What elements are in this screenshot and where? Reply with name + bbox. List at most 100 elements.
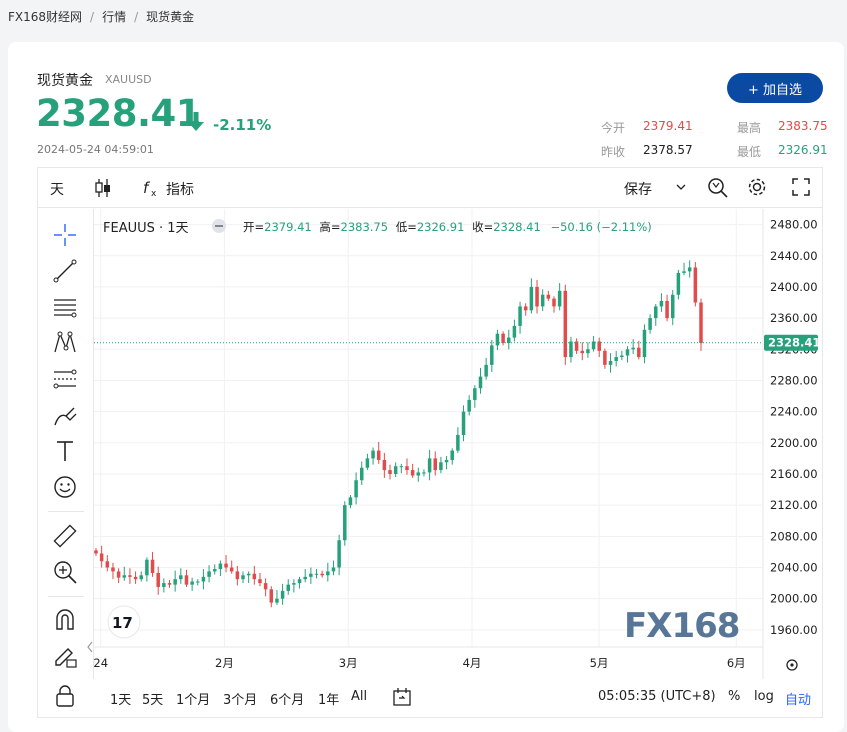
price-tick-label: 2040.00 xyxy=(770,561,818,575)
collapse-toolbar-icon[interactable] xyxy=(86,638,94,656)
candle-body xyxy=(105,561,110,568)
toolbar-divider xyxy=(48,596,84,597)
low-value: 2326.91 xyxy=(778,143,828,157)
time-tick-label: 6月 xyxy=(727,656,746,670)
percent-toggle[interactable]: % xyxy=(728,689,740,704)
candle-body xyxy=(608,360,613,365)
candle-body xyxy=(427,458,432,473)
chart-widget: 天 fx 指标 保存 2480.00 2440.00 2400.00 2360.… xyxy=(37,167,823,718)
add-watchlist-button[interactable]: + 加自选 xyxy=(727,73,823,103)
candle-body xyxy=(337,540,341,568)
breadcrumb-home-link[interactable]: FX168财经网 xyxy=(8,8,82,25)
save-button[interactable]: 保存 xyxy=(624,179,652,199)
price-tick-label: 2400.00 xyxy=(770,280,818,294)
candle-body xyxy=(246,573,251,576)
candle-body xyxy=(495,333,500,346)
indicators-button[interactable]: 指标 xyxy=(166,179,194,199)
quick-search-icon[interactable] xyxy=(707,176,729,198)
candle-body xyxy=(450,450,454,460)
price-tick-label: 2480.00 xyxy=(770,218,818,232)
chart-settings-icon[interactable] xyxy=(786,659,798,671)
candle-body xyxy=(128,575,132,577)
breadcrumb-market-link[interactable]: 行情 xyxy=(102,8,126,25)
log-toggle[interactable]: log xyxy=(754,689,774,704)
candle-body xyxy=(478,376,483,389)
candle-body xyxy=(201,576,206,582)
candle-body xyxy=(580,350,585,354)
time-tick-label: 5月 xyxy=(590,656,609,670)
candle-style-icon[interactable] xyxy=(94,178,112,198)
candle-body xyxy=(354,480,358,498)
candle-body xyxy=(184,575,189,585)
candle-body xyxy=(529,286,534,311)
gear-icon[interactable] xyxy=(746,176,768,198)
candle-body xyxy=(173,579,177,585)
brush-icon[interactable] xyxy=(52,402,78,428)
drawing-toolbar xyxy=(38,209,94,679)
pattern-icon[interactable] xyxy=(52,330,78,356)
candle-body xyxy=(693,267,698,303)
candlestick-chart[interactable]: 2480.002440.002400.002360.002320.002280.… xyxy=(94,209,822,679)
fib-tool-icon[interactable] xyxy=(52,366,78,392)
function-icon[interactable]: fx xyxy=(142,178,162,198)
range-1m[interactable]: 1个月 xyxy=(176,689,210,708)
candle-body xyxy=(603,350,607,365)
candle-body xyxy=(179,575,183,580)
candle-body xyxy=(167,583,172,585)
low-label: 最低 xyxy=(737,145,762,159)
price-tick-label: 2240.00 xyxy=(770,405,818,419)
magnet-icon[interactable] xyxy=(52,607,78,633)
auto-toggle[interactable]: 自动 xyxy=(785,689,811,708)
interval-button[interactable]: 天 xyxy=(50,179,64,199)
range-5d[interactable]: 5天 xyxy=(142,689,163,708)
range-1d[interactable]: 1天 xyxy=(110,689,131,708)
candle-body xyxy=(218,563,223,570)
candle-body xyxy=(642,329,647,358)
quote-timestamp: 2024-05-24 04:59:01 xyxy=(37,143,154,156)
chevron-down-icon[interactable] xyxy=(676,182,686,192)
candle-body xyxy=(393,466,398,474)
candle-body xyxy=(699,302,703,344)
breadcrumb-separator: / xyxy=(90,9,95,24)
candle-body xyxy=(190,581,194,585)
lock-icon[interactable] xyxy=(52,683,78,709)
price-tick-label: 2280.00 xyxy=(770,373,818,387)
instrument-name: 现货黄金 xyxy=(37,73,93,89)
candle-body xyxy=(410,470,415,476)
emoji-icon[interactable] xyxy=(52,474,78,500)
range-1y[interactable]: 1年 xyxy=(318,689,339,708)
range-all[interactable]: All xyxy=(351,689,367,704)
horizontal-lines-icon[interactable] xyxy=(52,294,78,320)
clock[interactable]: 05:05:35 (UTC+8) xyxy=(598,689,716,704)
crosshair-icon[interactable] xyxy=(52,222,78,248)
candle-body xyxy=(557,290,562,307)
candle-body xyxy=(371,450,375,459)
candle-body xyxy=(456,435,460,451)
candle-body xyxy=(156,572,160,587)
legend-symbol: FEAUUS · 1天 xyxy=(103,221,189,236)
candle-body xyxy=(659,300,664,307)
range-6m[interactable]: 6个月 xyxy=(270,689,304,708)
candle-body xyxy=(501,333,505,344)
trend-line-icon[interactable] xyxy=(52,258,78,284)
zoom-in-icon[interactable] xyxy=(52,559,78,585)
candle-body xyxy=(150,559,155,573)
fullscreen-icon[interactable] xyxy=(792,178,810,196)
date-range-icon[interactable] xyxy=(392,687,412,707)
candle-body xyxy=(416,472,421,476)
range-3m[interactable]: 3个月 xyxy=(223,689,257,708)
open-label: 今开 xyxy=(601,121,626,135)
time-tick-label: 4月 xyxy=(463,656,482,670)
candle-body xyxy=(676,272,681,295)
candle-body xyxy=(275,598,279,603)
candle-body xyxy=(648,318,652,330)
time-axis: 24 2月 3月 4月 5月 6月 xyxy=(94,656,746,670)
candle-body xyxy=(625,349,630,356)
candles xyxy=(94,260,703,608)
candle-body xyxy=(241,575,245,580)
text-tool-icon[interactable] xyxy=(52,438,78,464)
candle-body xyxy=(297,579,302,584)
ruler-icon[interactable] xyxy=(52,523,78,549)
candle-body xyxy=(343,505,347,541)
pencil-lock-icon[interactable] xyxy=(52,643,78,669)
